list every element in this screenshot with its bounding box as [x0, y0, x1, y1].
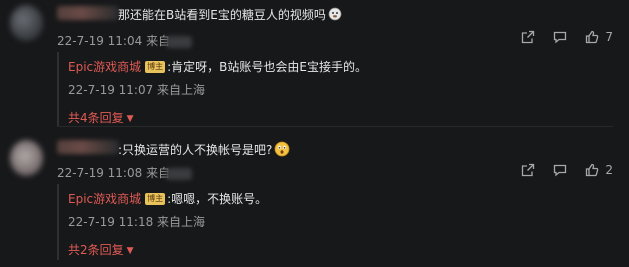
like-icon — [586, 30, 599, 44]
doge-emoji-icon — [328, 7, 342, 24]
reply-username[interactable]: Epic游戏商城 — [68, 190, 141, 207]
comment-actions: 7 — [521, 30, 613, 44]
comment-meta: 22-7-19 11:08 来自 — [57, 164, 193, 181]
location-blurred — [166, 167, 193, 180]
like-count: 2 — [605, 163, 613, 177]
reply-button[interactable] — [553, 163, 567, 177]
comment-text: :只换运营的人不换帐号是吧? — [118, 141, 290, 160]
location-blurred — [166, 35, 193, 48]
share-icon — [522, 163, 535, 177]
comment-text: 那还能在B站看到E宝的糖豆人的视频吗 — [118, 6, 342, 24]
share-button[interactable] — [521, 30, 535, 44]
like-icon — [586, 163, 599, 177]
username-blurred[interactable] — [57, 6, 119, 20]
caret-down-icon: ▼ — [126, 114, 134, 124]
comment-divider — [57, 126, 613, 127]
uploader-badge: 博主 — [145, 60, 166, 73]
uploader-badge: 博主 — [145, 192, 166, 205]
share-button[interactable] — [521, 163, 535, 177]
reply-meta: 22-7-19 11:07 来自上海 — [68, 83, 206, 97]
comment-icon — [554, 164, 567, 177]
reply-text: :嗯嗯，不换账号。 — [167, 192, 268, 206]
reply-thread: Epic游戏商城 博主 :肯定呀，B站账号也会由E宝接手的。 22-7-19 1… — [57, 52, 617, 126]
view-more-replies-link[interactable]: 共2条回复 ▼ — [68, 241, 134, 258]
reply-username[interactable]: Epic游戏商城 — [68, 58, 141, 75]
reply-button[interactable] — [553, 30, 567, 44]
like-button[interactable]: 7 — [585, 30, 613, 44]
reply-meta: 22-7-19 11:18 来自上海 — [68, 215, 206, 229]
like-count: 7 — [605, 30, 613, 44]
surprised-face-emoji-icon — [274, 141, 290, 160]
like-button[interactable]: 2 — [585, 163, 613, 177]
comment-actions: 2 — [521, 163, 613, 177]
reply-thread: Epic游戏商城 博主 :嗯嗯，不换账号。 22-7-19 11:18 来自上海… — [57, 184, 617, 260]
reply-text: :肯定呀，B站账号也会由E宝接手的。 — [167, 60, 367, 74]
reply-item: Epic游戏商城 博主 :嗯嗯，不换账号。 — [68, 190, 267, 207]
avatar[interactable] — [10, 5, 43, 41]
share-icon — [522, 30, 535, 44]
avatar[interactable] — [10, 140, 43, 176]
comment-icon — [554, 31, 567, 44]
comment-meta: 22-7-19 11:04 来自 — [57, 32, 193, 49]
view-more-replies-link[interactable]: 共4条回复 ▼ — [68, 109, 134, 126]
reply-item: Epic游戏商城 博主 :肯定呀，B站账号也会由E宝接手的。 — [68, 58, 367, 75]
username-blurred[interactable] — [57, 140, 119, 154]
caret-down-icon: ▼ — [126, 246, 134, 256]
